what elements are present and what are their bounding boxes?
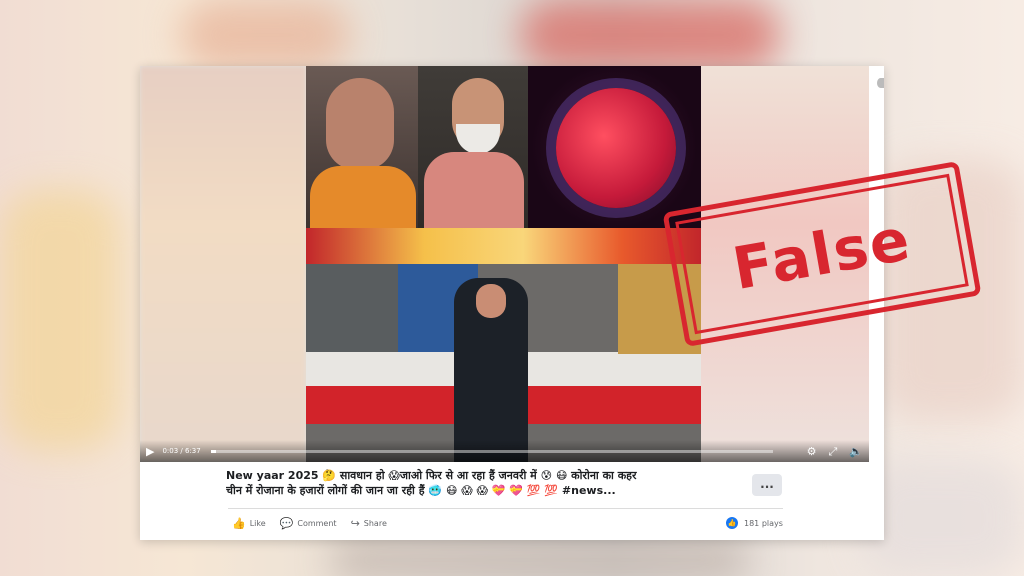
plays-count: 👍 181 plays — [726, 517, 783, 529]
comment-icon: 💬 — [279, 517, 294, 530]
background-blur — [330, 540, 750, 576]
more-options-button[interactable]: ... — [752, 474, 782, 496]
video-time: 0:03 / 6:37 — [162, 447, 201, 455]
like-button[interactable]: 👍 Like — [232, 517, 266, 530]
like-reaction-icon: 👍 — [726, 517, 738, 529]
person-photo-center — [418, 66, 528, 228]
plays-label: 181 plays — [744, 518, 783, 528]
background-blur — [520, 0, 780, 70]
divider — [228, 508, 783, 509]
background-blur — [0, 190, 120, 450]
news-studio-scene — [306, 264, 701, 462]
play-icon[interactable]: ▶ — [146, 446, 154, 457]
volume-icon[interactable]: 🔈 — [849, 446, 863, 457]
like-label: Like — [249, 519, 266, 528]
false-stamp-text: False — [727, 204, 917, 304]
virus-image — [528, 66, 701, 228]
caption-line-1: New yaar 2025 🤔 सावधान हो 😱जाओ फिर से आ … — [226, 469, 637, 482]
caption-line-2: चीन में रोजाना के हजारों लोगों की जान जा… — [226, 484, 616, 497]
news-banner — [306, 228, 701, 264]
gear-icon[interactable]: ⚙ — [807, 446, 817, 457]
video-frame — [306, 66, 701, 462]
background-blur — [180, 0, 350, 70]
avatar — [877, 78, 884, 88]
comment-button[interactable]: 💬 Comment — [280, 517, 337, 530]
video-controls: ▶ 0:03 / 6:37 ⚙ ⤢ 🔈 — [140, 440, 869, 462]
share-button[interactable]: ↪ Share — [351, 517, 387, 530]
post-caption: New yaar 2025 🤔 सावधान हो 😱जाओ फिर से आ … — [226, 468, 786, 498]
comment-label: Comment — [297, 519, 337, 528]
share-icon: ↪ — [350, 517, 360, 530]
share-label: Share — [363, 519, 387, 528]
side-column-clipped — [877, 78, 884, 148]
progress-bar[interactable] — [210, 449, 773, 453]
fullscreen-icon[interactable]: ⤢ — [828, 446, 837, 457]
person-photo-left — [306, 66, 418, 228]
post-actions: 👍 Like 💬 Comment ↪ Share — [232, 517, 387, 530]
thumbs-up-icon: 👍 — [232, 517, 246, 530]
video-blur-left — [140, 66, 306, 462]
background-blur — [860, 460, 1024, 576]
news-anchor — [454, 278, 528, 462]
progress-fill — [210, 449, 217, 453]
